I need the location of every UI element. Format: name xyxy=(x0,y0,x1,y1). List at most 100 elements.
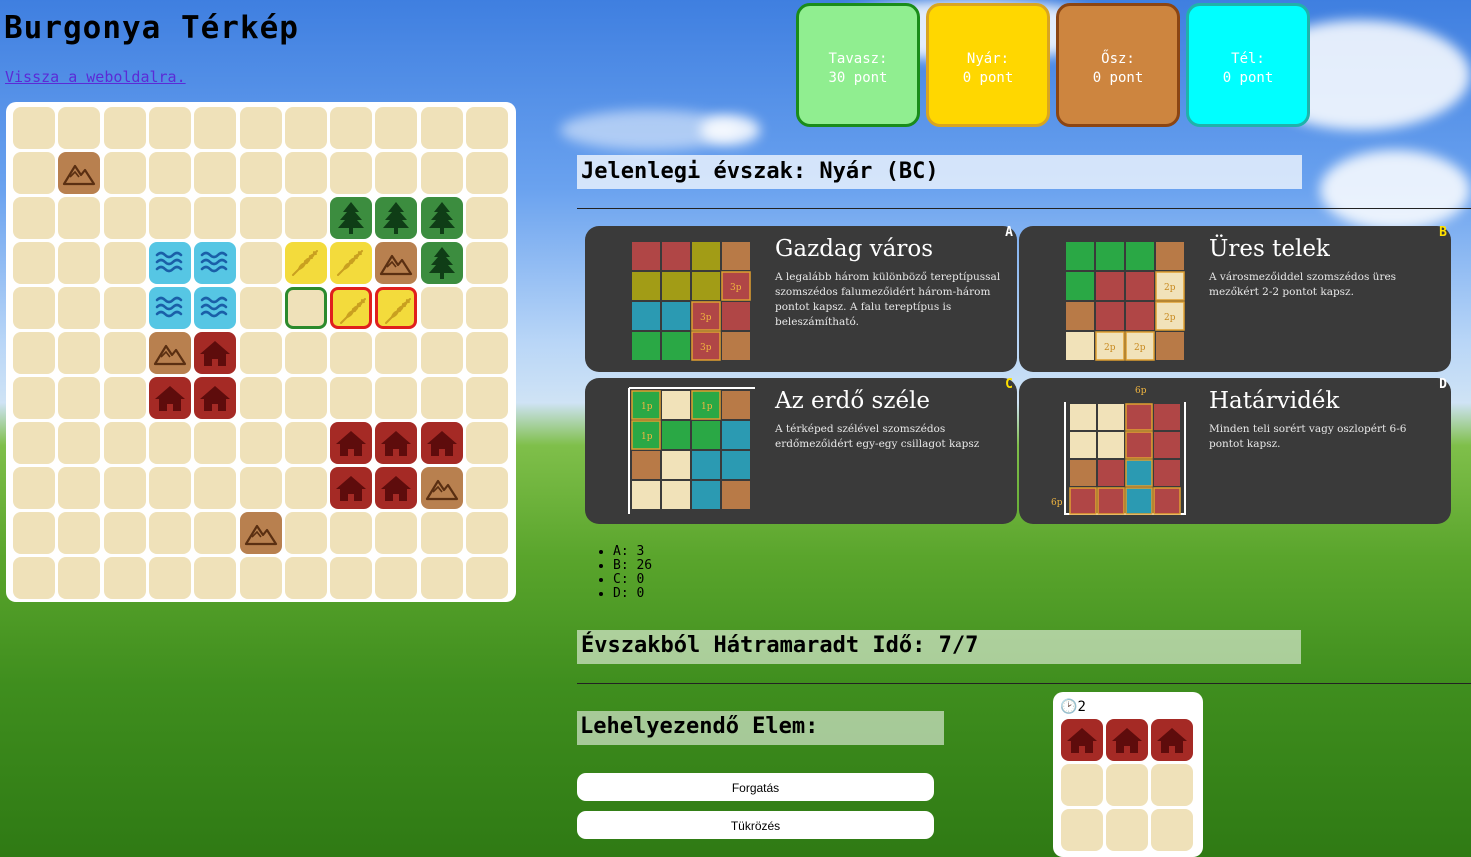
map-cell-empty[interactable] xyxy=(466,287,508,329)
map-cell-empty[interactable] xyxy=(284,422,327,464)
map-cell-empty[interactable] xyxy=(239,107,282,149)
map-cell-empty[interactable] xyxy=(239,197,282,239)
map-cell-empty[interactable] xyxy=(466,422,508,464)
mirror-button[interactable]: Tükrözés xyxy=(577,811,934,839)
map-cell-forest[interactable] xyxy=(420,242,463,284)
map-cell-empty[interactable] xyxy=(194,467,237,509)
map-cell-empty[interactable] xyxy=(103,557,146,599)
map-cell-village[interactable] xyxy=(194,332,237,374)
map-cell-farm[interactable] xyxy=(284,242,327,284)
map-cell-forest[interactable] xyxy=(420,197,463,239)
map-cell-mountain[interactable] xyxy=(375,242,418,284)
map-cell-empty[interactable] xyxy=(103,287,146,329)
map-cell-empty[interactable] xyxy=(284,512,327,554)
map-cell-empty[interactable] xyxy=(148,467,191,509)
map-cell-village[interactable] xyxy=(194,377,237,419)
map-cell-empty[interactable] xyxy=(420,287,463,329)
map-cell-empty[interactable] xyxy=(148,107,191,149)
map-cell-empty[interactable] xyxy=(239,152,282,194)
map-cell-empty[interactable] xyxy=(330,512,373,554)
map-cell-empty[interactable] xyxy=(194,152,237,194)
map-cell-empty[interactable] xyxy=(58,377,101,419)
map-cell-empty[interactable] xyxy=(13,377,55,419)
map-cell-empty[interactable] xyxy=(103,332,146,374)
map-cell-empty[interactable] xyxy=(284,467,327,509)
map-cell-empty[interactable] xyxy=(13,422,55,464)
map-cell-empty[interactable] xyxy=(330,332,373,374)
map-cell-empty[interactable] xyxy=(466,557,508,599)
map-cell-empty[interactable] xyxy=(466,152,508,194)
map-cell-farm[interactable] xyxy=(375,287,418,329)
map-cell-empty[interactable] xyxy=(148,152,191,194)
map-cell-empty[interactable] xyxy=(13,152,55,194)
map-cell-empty[interactable] xyxy=(103,377,146,419)
map-cell-village[interactable] xyxy=(420,422,463,464)
map-cell-empty[interactable] xyxy=(420,377,463,419)
map-cell-empty[interactable] xyxy=(194,107,237,149)
map-cell-water[interactable] xyxy=(148,287,191,329)
map-cell-empty[interactable] xyxy=(148,557,191,599)
map-cell-empty[interactable] xyxy=(194,557,237,599)
map-cell-empty[interactable] xyxy=(239,422,282,464)
map-cell-empty[interactable] xyxy=(466,242,508,284)
map-cell-empty[interactable] xyxy=(375,332,418,374)
map-cell-empty[interactable] xyxy=(103,107,146,149)
map-cell-empty[interactable] xyxy=(284,152,327,194)
map-cell-empty[interactable] xyxy=(103,512,146,554)
map-cell-empty[interactable] xyxy=(420,107,463,149)
map-cell-farm[interactable] xyxy=(330,242,373,284)
map-cell-empty[interactable] xyxy=(103,197,146,239)
map-cell-empty[interactable] xyxy=(13,197,55,239)
map-cell-empty[interactable] xyxy=(375,152,418,194)
map-cell-empty[interactable] xyxy=(330,557,373,599)
map-cell-empty[interactable] xyxy=(420,512,463,554)
map-cell-empty[interactable] xyxy=(13,107,55,149)
map-cell-empty[interactable] xyxy=(103,242,146,284)
map-cell-village[interactable] xyxy=(375,467,418,509)
map-cell-mountain[interactable] xyxy=(58,152,101,194)
map-cell-empty[interactable] xyxy=(148,422,191,464)
map-cell-empty[interactable] xyxy=(466,467,508,509)
map-cell-empty[interactable] xyxy=(420,557,463,599)
map-cell-empty[interactable] xyxy=(58,512,101,554)
map-cell-empty[interactable] xyxy=(58,197,101,239)
map-cell-empty[interactable] xyxy=(103,152,146,194)
map-board[interactable] xyxy=(6,102,516,602)
map-cell-empty[interactable] xyxy=(239,242,282,284)
map-cell-empty[interactable] xyxy=(58,287,101,329)
map-cell-empty[interactable] xyxy=(466,377,508,419)
map-cell-empty[interactable] xyxy=(58,242,101,284)
map-cell-empty[interactable] xyxy=(330,377,373,419)
map-cell-empty[interactable] xyxy=(330,152,373,194)
map-cell-empty[interactable] xyxy=(58,107,101,149)
map-cell-empty[interactable] xyxy=(375,557,418,599)
map-cell-empty[interactable] xyxy=(420,332,463,374)
map-cell-farm[interactable] xyxy=(330,287,373,329)
map-cell-empty[interactable] xyxy=(58,557,101,599)
map-cell-village[interactable] xyxy=(375,422,418,464)
map-cell-water[interactable] xyxy=(148,242,191,284)
map-cell-empty[interactable] xyxy=(420,152,463,194)
map-cell-empty[interactable] xyxy=(13,332,55,374)
map-cell-forest[interactable] xyxy=(330,197,373,239)
map-cell-empty[interactable] xyxy=(466,512,508,554)
map-cell-empty[interactable] xyxy=(466,107,508,149)
back-link[interactable]: Vissza a weboldalra. xyxy=(5,68,186,86)
map-cell-empty[interactable] xyxy=(239,332,282,374)
map-cell-empty[interactable] xyxy=(239,467,282,509)
rotate-button[interactable]: Forgatás xyxy=(577,773,934,801)
map-cell-mountain[interactable] xyxy=(239,512,282,554)
map-cell-empty[interactable] xyxy=(239,557,282,599)
map-cell-empty[interactable] xyxy=(284,557,327,599)
map-cell-water[interactable] xyxy=(194,287,237,329)
map-cell-empty[interactable] xyxy=(148,197,191,239)
map-cell-village[interactable] xyxy=(148,377,191,419)
map-cell-empty[interactable] xyxy=(13,242,55,284)
piece-preview[interactable]: 🕑2 xyxy=(1053,692,1203,857)
map-cell-empty[interactable] xyxy=(58,422,101,464)
map-cell-empty[interactable] xyxy=(13,467,55,509)
map-cell-empty[interactable] xyxy=(375,107,418,149)
map-cell-empty[interactable] xyxy=(330,107,373,149)
map-cell-empty[interactable] xyxy=(13,557,55,599)
map-cell-empty[interactable] xyxy=(284,287,327,329)
